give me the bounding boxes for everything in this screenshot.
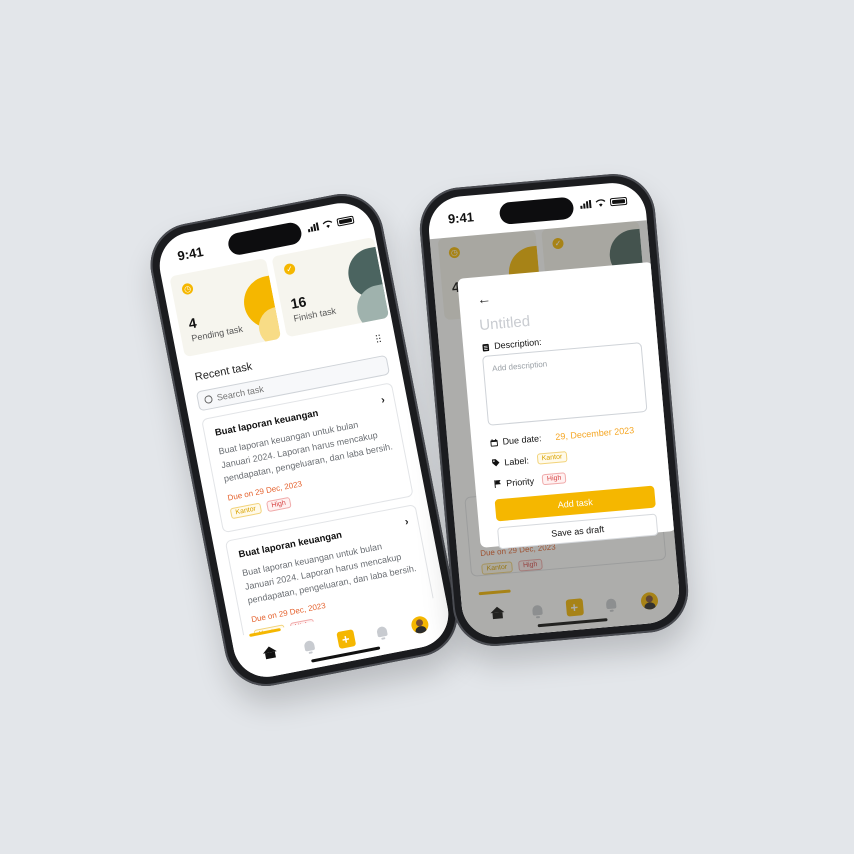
status-time: 9:41 [176,243,205,264]
back-arrow-icon[interactable]: ← [476,277,637,307]
signal-icon [580,199,592,209]
bell-icon [303,639,316,652]
pending-count: 4 [187,314,198,332]
calendar-icon [490,438,498,447]
status-time: 9:41 [447,209,475,227]
label-label: Label: [503,454,530,468]
wifi-icon [322,220,333,228]
description-textarea[interactable]: Add description [482,342,648,426]
add-task-modal: ← Untitled Description: Add description … [457,261,676,550]
battery-icon [609,196,628,207]
tab-notifications[interactable] [299,635,320,656]
signal-icon [307,222,320,233]
wifi-icon [595,199,606,207]
home-icon [261,645,277,654]
phone-add-task: 9:41 ◷ 4 ✓ 16 Due on 29 Dec, 2023 [416,170,692,650]
tab-alerts[interactable] [371,621,392,642]
battery-icon [336,215,355,227]
bell-icon [376,625,388,638]
tab-profile[interactable] [409,614,430,635]
tab-home[interactable] [260,643,281,664]
tag-icon [491,459,500,467]
avatar [409,614,430,635]
flag-icon [494,480,501,488]
priority-label: Priority [505,475,535,488]
clipboard-icon [482,343,490,351]
tab-add[interactable]: + [335,628,356,649]
tag-label: Kantor [229,502,262,520]
screen: 9:41 ◷ 4 Pending task ✓ 16 Finish task R… [153,197,455,683]
status-icons [307,215,355,233]
priority-chip[interactable]: High [541,472,567,486]
screen: 9:41 ◷ 4 ✓ 16 Due on 29 Dec, 2023 [426,180,682,640]
due-date-row[interactable]: Due date: 29, December 2023 [489,424,649,448]
finish-count: 16 [289,293,308,312]
description-label: Description: [493,336,542,351]
due-date-value[interactable]: 29, December 2023 [555,425,635,442]
recent-task-title: Recent task [193,360,254,384]
label-chip[interactable]: Kantor [536,451,568,465]
phone-task-list: 9:41 ◷ 4 Pending task ✓ 16 Finish task R… [143,186,465,694]
check-icon: ✓ [283,262,297,276]
status-icons [580,196,628,209]
pending-label: Pending task [190,323,244,344]
tag-priority: High [265,496,292,513]
home-indicator [311,646,381,663]
priority-row[interactable]: Priority High [493,465,653,490]
plus-icon: + [335,628,356,649]
label-row[interactable]: Label: Kantor [491,444,651,469]
search-icon [203,394,213,405]
due-date-label: Due date: [502,433,542,447]
sliders-icon[interactable]: ⫶⫶ [375,334,383,348]
clock-icon: ◷ [181,282,194,296]
